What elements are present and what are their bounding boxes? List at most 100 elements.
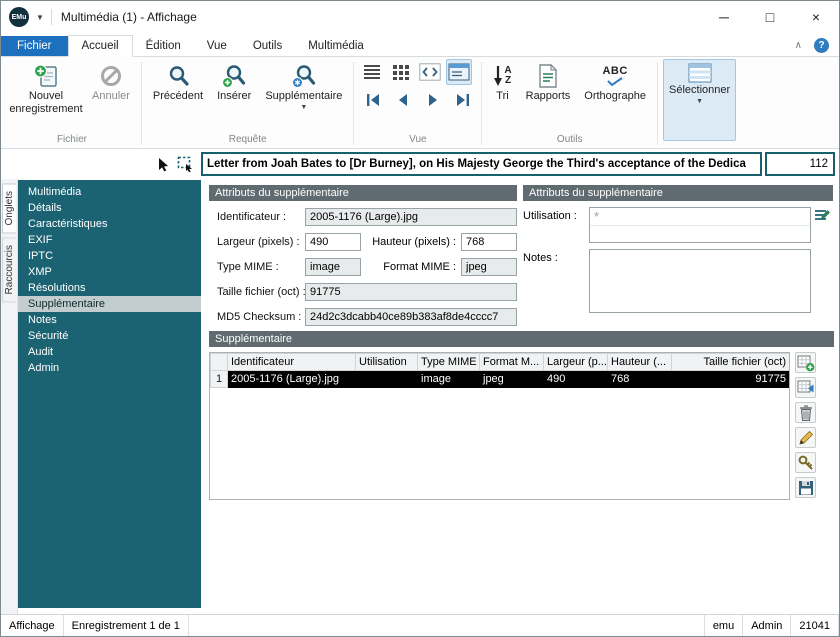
cell-largeur[interactable]: 490 (544, 371, 608, 388)
col-identificateur[interactable]: Identificateur (228, 354, 356, 371)
status-mode: Affichage (1, 615, 64, 636)
tab-edition[interactable]: Édition (133, 36, 194, 56)
side-tab-raccourcis[interactable]: Raccourcis (2, 237, 16, 302)
app-icon[interactable]: EMu (9, 7, 29, 27)
insert-button[interactable]: Insérer (211, 59, 257, 106)
attributes-left-panel: Attributs du supplémentaire Identificate… (209, 185, 517, 326)
previous-record-button[interactable] (389, 88, 416, 112)
col-taille[interactable]: Taille fichier (oct) (672, 354, 790, 371)
ribbon-separator (657, 62, 658, 145)
md5-field[interactable]: 24d2c3dcabb40ce89b383af8de4cccc7 (305, 308, 517, 326)
close-button[interactable]: × (793, 1, 839, 33)
col-largeur[interactable]: Largeur (p... (544, 354, 608, 371)
utilisation-placeholder: * (594, 209, 599, 224)
add-row-icon (797, 354, 815, 372)
cell-format-mime[interactable]: jpeg (480, 371, 544, 388)
supplementaire-search-button[interactable]: Supplémentaire ▼ (259, 59, 348, 114)
quick-access-caret-icon[interactable]: ▼ (36, 13, 44, 22)
tab-vue[interactable]: Vue (194, 36, 240, 56)
previous-search-button[interactable]: Précédent (147, 59, 209, 106)
form-view-button[interactable] (446, 59, 472, 85)
tab-multimedia[interactable]: Multimédia (295, 36, 377, 56)
select-grid-icon (688, 63, 712, 83)
identificateur-label: Identificateur : (217, 211, 305, 223)
sort-button[interactable]: AZ Tri (487, 59, 517, 106)
new-record-button[interactable]: Nouvel enregistrement (8, 59, 84, 118)
ribbon-group-outils: AZ Tri Rapports ABC (484, 59, 655, 148)
side-tab-onglets[interactable]: Onglets (2, 183, 16, 233)
save-grid-button[interactable] (795, 477, 816, 498)
format-mime-field[interactable]: jpeg (461, 258, 517, 276)
spelling-button[interactable]: ABC Orthographe (578, 59, 652, 106)
tab-outils[interactable]: Outils (240, 36, 295, 56)
grid-view-button[interactable] (388, 59, 414, 85)
sidebar-item-details[interactable]: Détails (18, 200, 201, 216)
minimize-button[interactable]: ─ (701, 1, 747, 33)
sidebar-item-audit[interactable]: Audit (18, 344, 201, 360)
record-title-field[interactable]: Letter from Joah Bates to [Dr Burney], o… (201, 152, 762, 176)
first-record-button[interactable] (359, 88, 386, 112)
sidebar-item-caracteristiques[interactable]: Caractéristiques (18, 216, 201, 232)
edit-row-button[interactable] (795, 427, 816, 448)
cursor-icon[interactable] (157, 157, 170, 172)
sidebar-item-resolutions[interactable]: Résolutions (18, 280, 201, 296)
cell-utilisation[interactable] (356, 371, 418, 388)
cancel-button[interactable]: Annuler (86, 59, 136, 106)
sidebar-item-iptc[interactable]: IPTC (18, 248, 201, 264)
select-region-icon[interactable] (177, 156, 194, 172)
largeur-field[interactable]: 490 (305, 233, 361, 251)
record-number-field[interactable]: 112 (765, 152, 835, 176)
maximize-button[interactable]: □ (747, 1, 793, 33)
list-view-button[interactable] (359, 59, 385, 85)
select-label: Sélectionner (669, 84, 730, 97)
ribbon-tab-bar: Fichier Accueil Édition Vue Outils Multi… (1, 33, 839, 57)
status-service: emu (705, 615, 743, 636)
type-mime-field[interactable]: image (305, 258, 361, 276)
tab-fichier[interactable]: Fichier (1, 36, 68, 56)
sidebar-item-multimedia[interactable]: Multimédia (18, 184, 201, 200)
key-icon (797, 454, 815, 472)
sidebar-item-xmp[interactable]: XMP (18, 264, 201, 280)
identificateur-field[interactable]: 2005-1176 (Large).jpg (305, 208, 517, 226)
delete-row-button[interactable] (795, 402, 816, 423)
taille-fichier-field[interactable]: 91775 (305, 283, 517, 301)
col-type-mime[interactable]: Type MIME (418, 354, 480, 371)
code-view-button[interactable] (417, 59, 443, 85)
dropdown-caret-icon: ▼ (300, 104, 307, 111)
help-icon[interactable]: ? (814, 38, 829, 53)
lookup-list-icon (813, 208, 831, 224)
collapse-ribbon-icon[interactable]: ∧ (795, 41, 802, 51)
cell-taille[interactable]: 91775 (672, 371, 790, 388)
insert-row-button[interactable] (795, 377, 816, 398)
col-utilisation[interactable]: Utilisation (356, 354, 418, 371)
utilisation-field[interactable]: * (589, 207, 811, 243)
ribbon-separator (481, 62, 482, 145)
dropdown-caret-icon: ▼ (696, 98, 703, 105)
reports-button[interactable]: Rapports (520, 59, 577, 106)
tab-accueil[interactable]: Accueil (68, 35, 133, 57)
table-row[interactable]: 1 2005-1176 (Large).jpg image jpeg 490 7… (211, 371, 790, 388)
cell-type-mime[interactable]: image (418, 371, 480, 388)
pencil-icon (797, 429, 815, 447)
fill-tool-button[interactable] (795, 452, 816, 473)
sidebar-item-securite[interactable]: Sécurité (18, 328, 201, 344)
sidebar-item-supplementaire[interactable]: Supplémentaire (18, 296, 201, 312)
last-record-button[interactable] (449, 88, 476, 112)
sidebar-item-admin[interactable]: Admin (18, 360, 201, 376)
sidebar-item-exif[interactable]: EXIF (18, 232, 201, 248)
next-record-button[interactable] (419, 88, 446, 112)
hauteur-field[interactable]: 768 (461, 233, 517, 251)
ribbon-group-vue: Vue (356, 59, 479, 148)
add-row-button[interactable] (795, 352, 816, 373)
hauteur-label: Hauteur (pixels) : (361, 236, 461, 248)
sidebar-item-notes[interactable]: Notes (18, 312, 201, 328)
search-insert-icon (221, 63, 247, 89)
cell-hauteur[interactable]: 768 (608, 371, 672, 388)
cell-identificateur[interactable]: 2005-1176 (Large).jpg (228, 371, 356, 388)
spelling-icon: ABC (602, 63, 627, 89)
utilisation-lookup-button[interactable] (811, 207, 833, 224)
col-format-mime[interactable]: Format M... (480, 354, 544, 371)
select-button[interactable]: Sélectionner ▼ (663, 59, 736, 141)
notes-field[interactable] (589, 249, 811, 313)
col-hauteur[interactable]: Hauteur (... (608, 354, 672, 371)
